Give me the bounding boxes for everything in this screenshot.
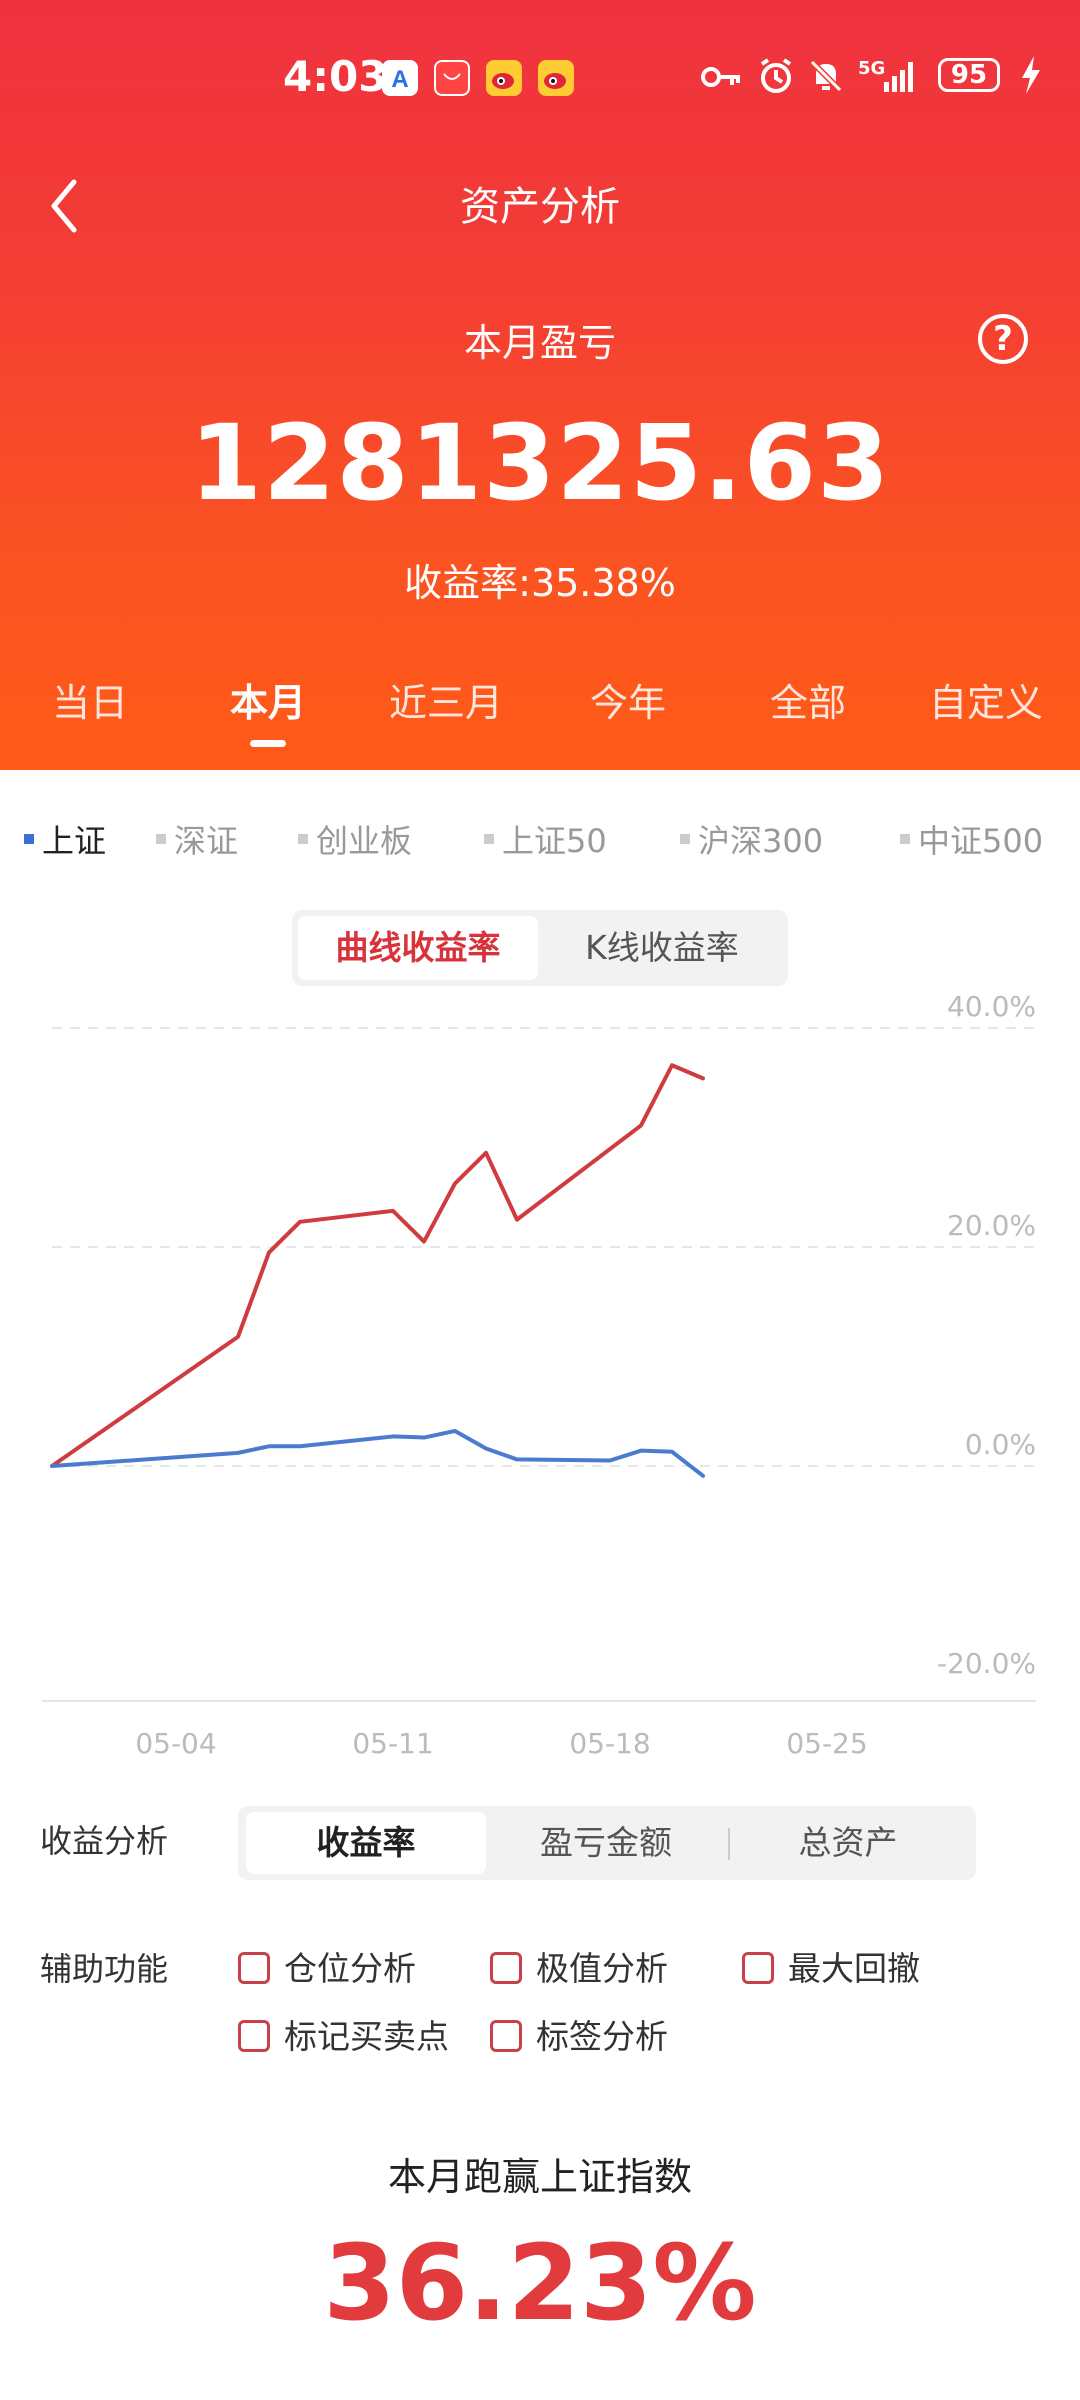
clock: 4:03 <box>283 52 388 101</box>
legend-label: 创业板 <box>316 822 413 860</box>
return-rate-button[interactable]: 收益率 <box>246 1812 486 1874</box>
analysis-label: 收益分析 <box>40 1822 169 1860</box>
app-store-icon: A <box>382 60 418 96</box>
kline-return-button[interactable]: K线收益率 <box>542 916 782 980</box>
tab-this-year[interactable]: 今年 <box>538 672 718 727</box>
legend-csi500[interactable]: 中证500 <box>900 816 1043 862</box>
checkbox-label: 最大回撤 <box>788 1949 920 1988</box>
max-drawdown-checkbox[interactable]: 最大回撤 <box>742 1942 920 1990</box>
x-tick-label: 05-18 <box>569 1727 650 1760</box>
help-icon[interactable]: ? <box>978 314 1028 364</box>
extreme-analysis-checkbox[interactable]: 极值分析 <box>490 1942 668 1990</box>
checkbox-label: 仓位分析 <box>284 1949 416 1988</box>
legend-chinext[interactable]: 创业板 <box>298 816 412 862</box>
key-icon <box>700 62 744 96</box>
x-tick-label: 05-25 <box>786 1727 867 1760</box>
legend-label: 上证50 <box>502 822 607 860</box>
period-label: 本月盈亏 <box>463 321 616 365</box>
portfolio-return-line <box>50 1063 705 1468</box>
alarm-icon <box>756 56 796 100</box>
checkbox-label: 标签分析 <box>536 2017 668 2056</box>
checkbox-label: 极值分析 <box>536 1949 668 1988</box>
x-tick-label: 05-04 <box>135 1727 216 1760</box>
tab-custom[interactable]: 自定义 <box>896 672 1076 727</box>
legend-shenzhen[interactable]: 深证 <box>156 816 238 862</box>
total-assets-button[interactable]: 总资产 <box>728 1812 968 1874</box>
signal-icon <box>884 58 920 96</box>
mark-trades-checkbox[interactable]: 标记买卖点 <box>238 2010 449 2058</box>
tab-three-months[interactable]: 近三月 <box>356 672 536 727</box>
tab-all[interactable]: 全部 <box>718 672 898 727</box>
huawei-icon <box>434 60 470 96</box>
y-tick-label: 0.0% <box>965 1428 1036 1461</box>
y-tick-label: -20.0% <box>937 1647 1036 1680</box>
index-legend: 上证 深证 创业板 上证50 沪深300 中证500 <box>0 816 1080 860</box>
tab-today[interactable]: 当日 <box>0 672 180 727</box>
x-tick-label: 05-11 <box>352 1727 433 1760</box>
shanghai-index-line <box>50 1428 705 1478</box>
analysis-toggle: 收益率 盈亏金额 总资产 <box>238 1806 976 1880</box>
beat-index-title: 本月跑赢上证指数 <box>387 2155 692 2199</box>
page-title: 资产分析 <box>460 184 620 230</box>
period-tabs: 当日 本月 近三月 今年 全部 自定义 <box>0 672 1080 732</box>
mute-bell-icon <box>806 56 846 100</box>
y-tick-label: 40.0% <box>947 990 1036 1023</box>
battery-icon: 95 <box>938 58 1000 92</box>
header: 4:03 A 5G 95 资产分析 本月盈亏 ? 1281325.63 收益率:… <box>0 0 1080 770</box>
legend-shanghai[interactable]: 上证 <box>24 816 106 862</box>
aux-label: 辅助功能 <box>40 1950 169 1988</box>
y-tick-label: 20.0% <box>947 1209 1036 1242</box>
position-analysis-checkbox[interactable]: 仓位分析 <box>238 1942 416 1990</box>
legend-label: 沪深300 <box>698 822 824 860</box>
status-bar: 4:03 A 5G 95 <box>0 52 1080 112</box>
weibo-icon <box>538 60 574 96</box>
legend-csi300[interactable]: 沪深300 <box>680 816 823 862</box>
return-rate: 收益率:35.38% <box>404 561 676 605</box>
charging-icon <box>1020 56 1042 98</box>
tab-this-month[interactable]: 本月 <box>178 672 358 727</box>
profit-amount: 1281325.63 <box>189 402 891 524</box>
network-label: 5G <box>858 58 886 79</box>
svg-text:A: A <box>391 66 408 93</box>
active-tab-indicator <box>250 740 286 747</box>
legend-sse50[interactable]: 上证50 <box>484 816 607 862</box>
return-chart: 40.0% 20.0% 0.0% -20.0% 05-04 05-11 05-18 05-25 <box>42 990 1036 1760</box>
checkbox-label: 标记买卖点 <box>284 2017 449 2056</box>
legend-label: 深证 <box>174 822 239 860</box>
beat-index-value: 36.23% <box>323 2222 757 2344</box>
legend-label: 上证 <box>42 822 107 860</box>
chart-mode-toggle: 曲线收益率 K线收益率 <box>292 910 788 986</box>
legend-label: 中证500 <box>918 822 1044 860</box>
weibo-icon <box>486 60 522 96</box>
curve-return-button[interactable]: 曲线收益率 <box>298 916 538 980</box>
tag-analysis-checkbox[interactable]: 标签分析 <box>490 2010 668 2058</box>
profit-amount-button[interactable]: 盈亏金额 <box>486 1812 726 1874</box>
